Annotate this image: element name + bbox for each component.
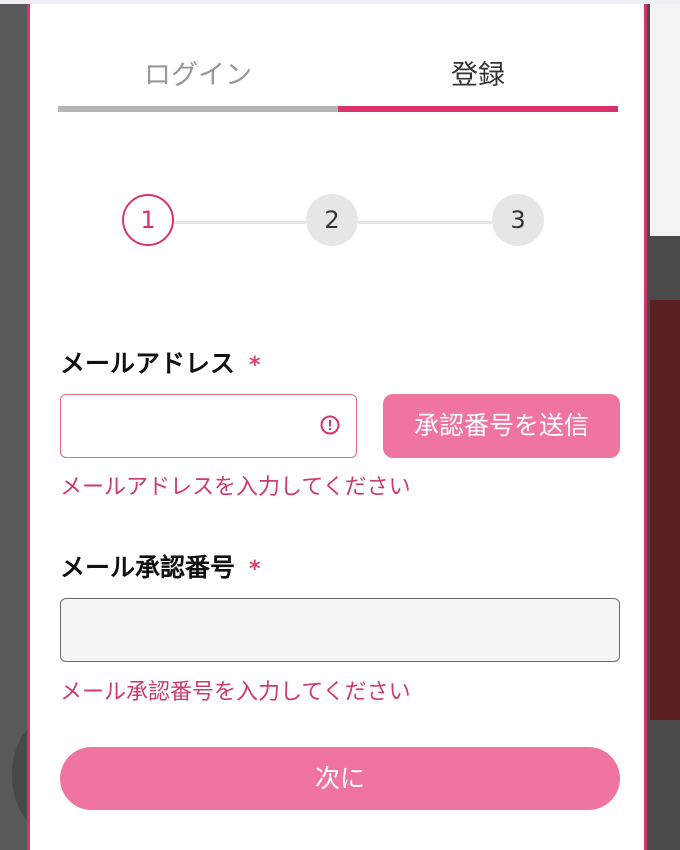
step-3: 3 <box>492 194 544 246</box>
browser-top-bar <box>0 0 680 4</box>
code-label-text: メール承認番号 <box>60 553 236 582</box>
step-1: 1 <box>122 194 174 246</box>
code-field[interactable] <box>60 598 620 662</box>
email-label: メールアドレス * <box>60 344 261 380</box>
step-connector <box>358 221 492 224</box>
required-mark: * <box>249 557 261 582</box>
alert-circle-icon <box>320 415 340 435</box>
next-button[interactable]: 次に <box>60 747 620 810</box>
step-indicator: 1 2 3 <box>122 194 562 250</box>
background-overlay-left <box>0 0 30 850</box>
code-label: メール承認番号 * <box>60 548 261 584</box>
auth-modal: ログイン 登録 1 2 3 メールアドレス * 承認番号を送信 メールアドレスを入… <box>27 4 647 850</box>
tab-login[interactable]: ログイン <box>58 54 338 112</box>
step-connector <box>172 221 306 224</box>
email-error: メールアドレスを入力してください <box>60 475 411 500</box>
step-2: 2 <box>306 194 358 246</box>
auth-tabs: ログイン 登録 <box>58 54 618 112</box>
email-input[interactable] <box>61 395 356 457</box>
tab-register[interactable]: 登録 <box>338 54 618 112</box>
email-label-text: メールアドレス <box>60 349 236 378</box>
background-strip <box>650 0 680 236</box>
required-mark: * <box>249 353 261 378</box>
send-code-button[interactable]: 承認番号を送信 <box>383 394 620 458</box>
email-field[interactable] <box>60 394 357 458</box>
code-error: メール承認番号を入力してください <box>60 680 411 705</box>
background-overlay-right <box>645 0 680 850</box>
code-input[interactable] <box>61 599 619 661</box>
background-media <box>650 300 680 720</box>
